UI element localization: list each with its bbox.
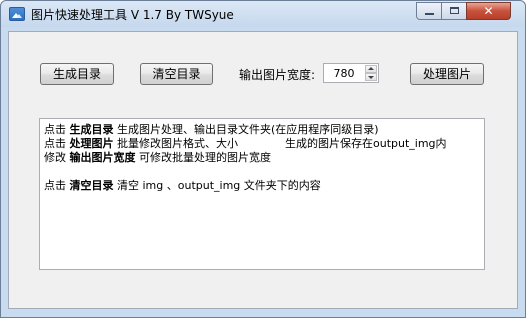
maximize-button[interactable] (441, 2, 467, 20)
close-button[interactable]: ✕ (466, 2, 511, 20)
maximize-icon (450, 7, 459, 14)
chevron-up-icon (368, 67, 374, 70)
instruction-keyword: 处理图片 (69, 137, 114, 150)
instruction-line: 点击 处理图片 批量修改图片格式、大小 生成的图片保存在output_img内 (44, 137, 484, 151)
instruction-text: 批量修改图片格式、大小 (117, 137, 238, 150)
picture-icon (9, 7, 25, 21)
instruction-prefix: 点击 (44, 123, 66, 136)
close-icon: ✕ (483, 4, 494, 18)
chevron-down-icon (368, 76, 374, 79)
instruction-text: 生成的图片保存在output_img内 (285, 137, 447, 150)
title-bar[interactable]: 图片快速处理工具 V 1.7 By TWSyue ✕ (1, 1, 525, 27)
output-width-value[interactable]: 780 (324, 67, 364, 80)
output-width-label: 输出图片宽度: (239, 68, 316, 82)
client-area: 生成目录 清空目录 输出图片宽度: 780 处理图片 点击 生成目录 生成图片处… (8, 31, 518, 309)
instruction-prefix: 点击 (44, 179, 66, 192)
instruction-prefix: 修改 (44, 151, 66, 164)
generate-directory-button[interactable]: 生成目录 (40, 63, 114, 85)
instruction-keyword: 清空目录 (69, 179, 114, 192)
instruction-keyword: 生成目录 (69, 123, 114, 136)
clear-directory-button[interactable]: 清空目录 (140, 63, 213, 85)
window-title: 图片快速处理工具 V 1.7 By TWSyue (31, 8, 234, 22)
minimize-icon (425, 13, 434, 15)
instruction-line: 点击 生成目录 生成图片处理、输出目录文件夹(在应用程序同级目录) (44, 123, 484, 137)
process-images-button[interactable]: 处理图片 (410, 63, 484, 85)
instruction-text: 可修改批量处理的图片宽度 (139, 151, 271, 164)
instruction-text: 清空 img 、output_img 文件夹下的内容 (117, 179, 321, 192)
stepper-down-button[interactable] (365, 73, 377, 81)
app-window: 图片快速处理工具 V 1.7 By TWSyue ✕ 生成目录 清空目录 输出图… (0, 0, 526, 318)
instructions-textbox[interactable]: 点击 生成目录 生成图片处理、输出目录文件夹(在应用程序同级目录) 点击 处理图… (39, 118, 485, 270)
stepper-up-button[interactable] (365, 65, 377, 73)
output-width-stepper[interactable]: 780 (323, 63, 379, 83)
instruction-line: 修改 输出图片宽度 可修改批量处理的图片宽度 (44, 151, 484, 165)
instruction-keyword: 输出图片宽度 (69, 151, 136, 164)
instruction-prefix: 点击 (44, 137, 66, 150)
minimize-button[interactable] (416, 2, 442, 20)
instruction-text: 生成图片处理、输出目录文件夹(在应用程序同级目录) (117, 123, 379, 136)
instruction-line: 点击 清空目录 清空 img 、output_img 文件夹下的内容 (44, 179, 484, 193)
